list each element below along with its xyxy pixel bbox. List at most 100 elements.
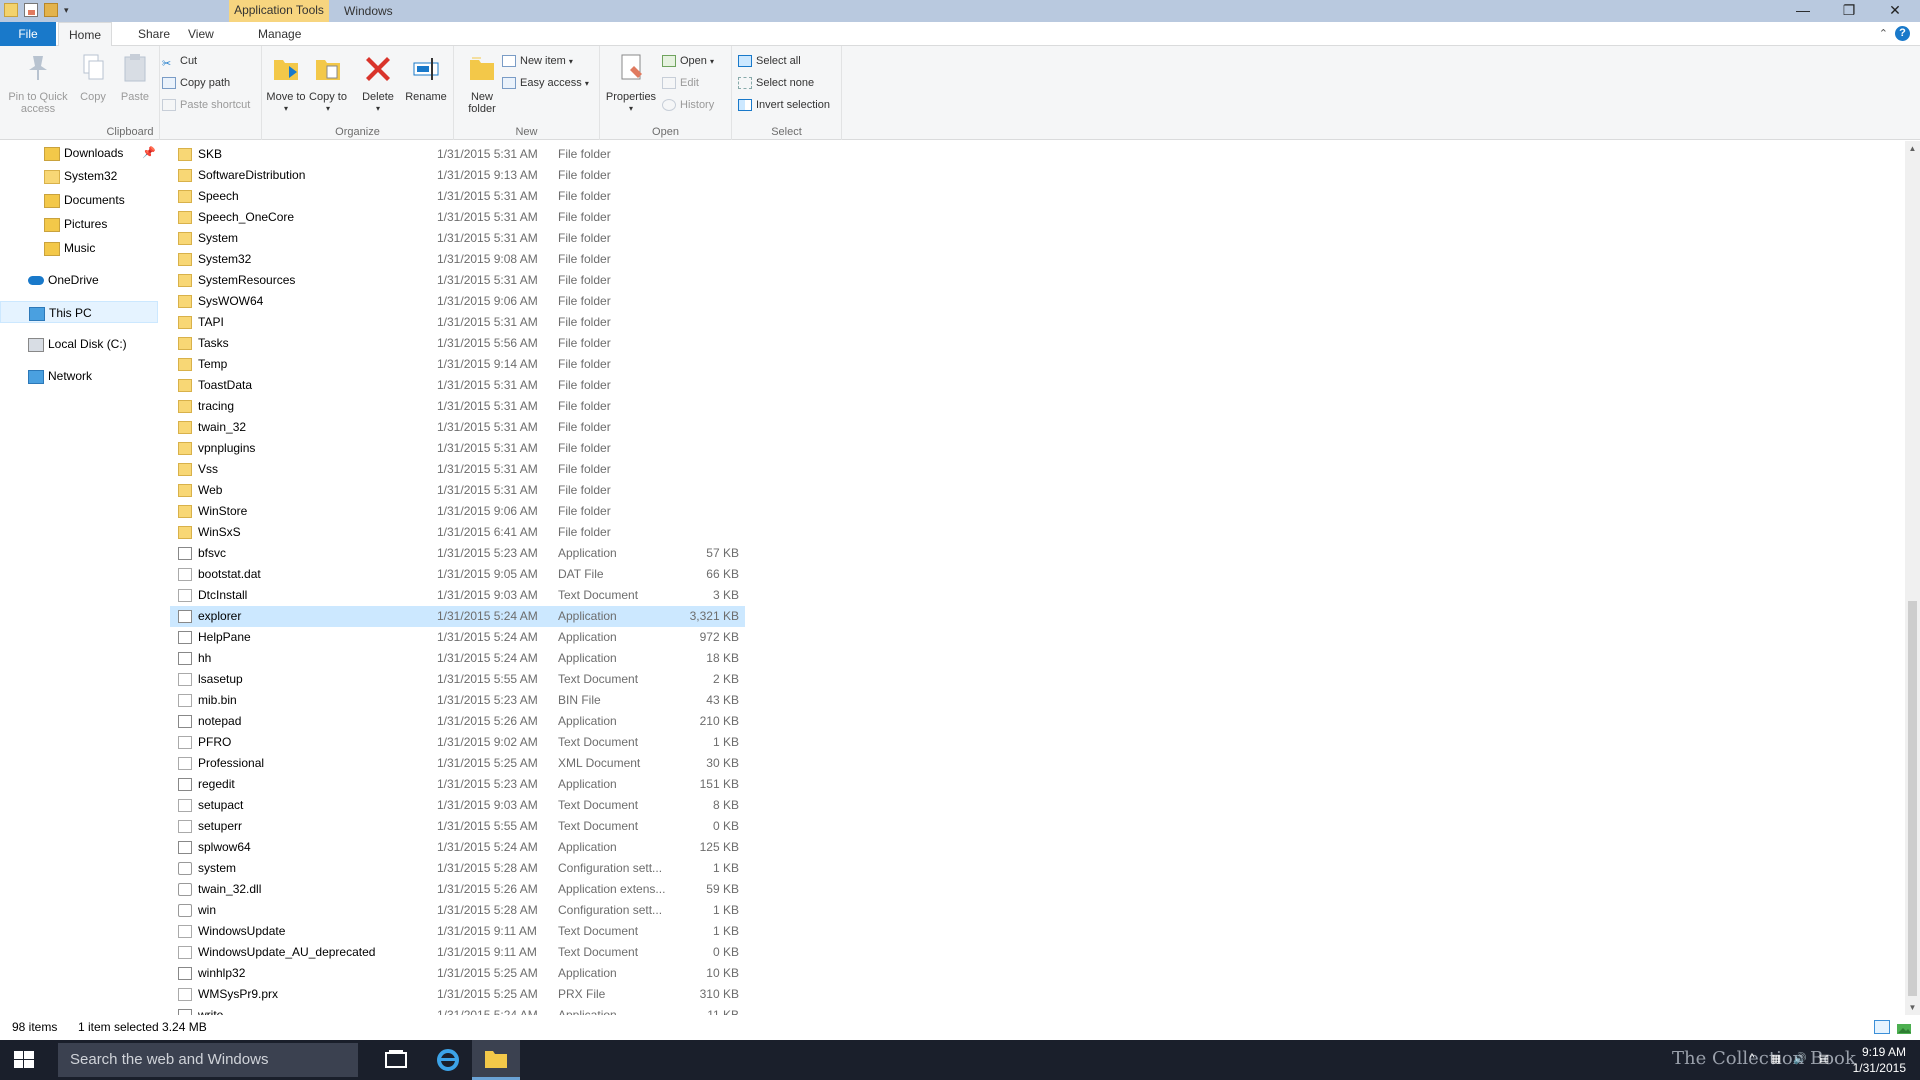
maximize-button[interactable]: ❐ [1826, 0, 1872, 22]
nav-item-system32[interactable]: System32 [0, 165, 158, 187]
close-button[interactable]: ✕ [1872, 0, 1918, 22]
file-row[interactable]: splwow64 1/31/2015 5:24 AM Application 125 … [170, 837, 745, 858]
new-folder-button[interactable]: New folder [458, 52, 506, 115]
file-row[interactable]: hh 1/31/2015 5:24 AM Application 18 KB [170, 648, 745, 669]
file-row[interactable]: PFRO 1/31/2015 9:02 AM Text Document 1 KB [170, 732, 745, 753]
file-row[interactable]: tracing 1/31/2015 5:31 AM File folder [170, 396, 745, 417]
scroll-down-icon[interactable]: ▼ [1905, 1000, 1920, 1015]
clock[interactable]: 9:19 AM 1/31/2015 [1853, 1044, 1906, 1076]
file-row[interactable]: DtcInstall 1/31/2015 9:03 AM Text Document… [170, 585, 745, 606]
file-row[interactable]: setupact 1/31/2015 9:03 AM Text Document 8 … [170, 795, 745, 816]
pin-quick-access-button[interactable]: Pin to Quick access [4, 52, 72, 115]
help-icon[interactable]: ? [1895, 26, 1910, 41]
copy-button[interactable]: Copy [76, 52, 110, 103]
documents-icon [44, 193, 60, 208]
pin-icon[interactable]: 📌 [142, 142, 156, 164]
file-row[interactable]: bfsvc 1/31/2015 5:23 AM Application 57 KB [170, 543, 745, 564]
internet-explorer-button[interactable] [424, 1040, 472, 1080]
network-tray-icon[interactable]: ▦ [1768, 1052, 1784, 1068]
file-row[interactable]: WinSxS 1/31/2015 6:41 AM File folder [170, 522, 745, 543]
file-row[interactable]: SoftwareDistribution 1/31/2015 9:13 AM Fil… [170, 165, 745, 186]
file-row[interactable]: WindowsUpdate_AU_deprecated 1/31/2015 9:1… [170, 942, 745, 963]
properties-button[interactable]: Properties ▾ [604, 52, 658, 115]
properties-icon[interactable] [24, 3, 38, 17]
minimize-button[interactable]: — [1780, 0, 1826, 22]
file-row[interactable]: Professional 1/31/2015 5:25 AM XML Documen… [170, 753, 745, 774]
file-row[interactable]: twain_32 1/31/2015 5:31 AM File folder [170, 417, 745, 438]
file-row[interactable]: explorer 1/31/2015 5:24 AM Application 3,32… [170, 606, 745, 627]
file-row[interactable]: Tasks 1/31/2015 5:56 AM File folder [170, 333, 745, 354]
vertical-scrollbar[interactable]: ▲ ▼ [1905, 141, 1920, 1015]
file-row[interactable]: ToastData 1/31/2015 5:31 AM File folder [170, 375, 745, 396]
qat-dropdown-icon[interactable]: ▾ [64, 3, 69, 17]
paste-button[interactable]: Paste [118, 52, 152, 103]
start-button[interactable] [0, 1040, 48, 1080]
rename-button[interactable]: Rename [402, 52, 450, 103]
file-row[interactable]: SysWOW64 1/31/2015 9:06 AM File folder [170, 291, 745, 312]
file-row[interactable]: HelpPane 1/31/2015 5:24 AM Application 972 … [170, 627, 745, 648]
file-row[interactable]: System32 1/31/2015 9:08 AM File folder [170, 249, 745, 270]
nav-item-music[interactable]: Music [0, 237, 158, 259]
taskbar-search-box[interactable]: Search the web and Windows [58, 1043, 358, 1077]
expand-ribbon-icon[interactable]: ⌃ [1879, 27, 1888, 40]
file-row[interactable]: Web 1/31/2015 5:31 AM File folder [170, 480, 745, 501]
nav-item-this-pc[interactable]: This PC [0, 301, 158, 323]
file-row[interactable]: notepad 1/31/2015 5:26 AM Application 210 K… [170, 711, 745, 732]
file-row[interactable]: SystemResources 1/31/2015 5:31 AM File fol… [170, 270, 745, 291]
invert-selection-button[interactable]: Invert selection [738, 96, 830, 114]
file-row[interactable]: Temp 1/31/2015 9:14 AM File folder [170, 354, 745, 375]
tab-home[interactable]: Home [58, 22, 113, 47]
scroll-up-icon[interactable]: ▲ [1905, 141, 1920, 156]
nav-item-onedrive[interactable]: OneDrive [0, 269, 158, 291]
file-row[interactable]: regedit 1/31/2015 5:23 AM Application 151 K… [170, 774, 745, 795]
file-row[interactable]: twain_32.dll 1/31/2015 5:26 AM Application… [170, 879, 745, 900]
tray-up-arrow-icon[interactable]: ^ [1744, 1052, 1760, 1068]
nav-item-downloads[interactable]: Downloads 📌 [0, 142, 158, 164]
new-folder-icon[interactable] [44, 3, 58, 17]
nav-item-network[interactable]: Network [0, 365, 158, 387]
file-row[interactable]: WinStore 1/31/2015 9:06 AM File folder [170, 501, 745, 522]
edit-button[interactable]: Edit [662, 74, 699, 92]
delete-button[interactable]: Delete ▾ [358, 52, 398, 115]
scrollbar-thumb[interactable] [1908, 601, 1917, 996]
open-button[interactable]: Open ▾ [662, 52, 714, 70]
file-row[interactable]: TAPI 1/31/2015 5:31 AM File folder [170, 312, 745, 333]
action-center-icon[interactable]: ▤ [1816, 1052, 1832, 1068]
file-row[interactable]: write 1/31/2015 5:24 AM Application 11 KB [170, 1005, 745, 1015]
file-row[interactable]: setuperr 1/31/2015 5:55 AM Text Document 0 … [170, 816, 745, 837]
file-row[interactable]: mib.bin 1/31/2015 5:23 AM BIN File 43 KB [170, 690, 745, 711]
file-row[interactable]: WMSysPr9.prx 1/31/2015 5:25 AM PRX File 310… [170, 984, 745, 1005]
file-row[interactable]: Speech_OneCore 1/31/2015 5:31 AM File fold… [170, 207, 745, 228]
file-row[interactable]: Speech 1/31/2015 5:31 AM File folder [170, 186, 745, 207]
tab-share[interactable]: Share [128, 22, 180, 46]
large-icons-view-icon[interactable] [1896, 1020, 1912, 1034]
move-to-button[interactable]: Move to ▾ [266, 52, 306, 115]
file-row[interactable]: System 1/31/2015 5:31 AM File folder [170, 228, 745, 249]
volume-icon[interactable]: 🔊 [1792, 1052, 1808, 1068]
copy-to-button[interactable]: Copy to ▾ [308, 52, 348, 115]
file-row[interactable]: WindowsUpdate 1/31/2015 9:11 AM Text Docum… [170, 921, 745, 942]
details-view-icon[interactable] [1874, 1020, 1890, 1034]
tab-view[interactable]: View [178, 22, 224, 46]
nav-item-pictures[interactable]: Pictures [0, 213, 158, 235]
nav-item-documents[interactable]: Documents [0, 189, 158, 211]
file-row[interactable]: winhlp32 1/31/2015 5:25 AM Application 10 K… [170, 963, 745, 984]
file-row[interactable]: SKB 1/31/2015 5:31 AM File folder [170, 144, 745, 165]
file-row[interactable]: vpnplugins 1/31/2015 5:31 AM File folder [170, 438, 745, 459]
tab-file[interactable]: File [0, 22, 56, 46]
file-row[interactable]: system 1/31/2015 5:28 AM Configuration set… [170, 858, 745, 879]
file-row[interactable]: Vss 1/31/2015 5:31 AM File folder [170, 459, 745, 480]
easy-access-button[interactable]: Easy access ▾ [502, 74, 589, 92]
select-all-button[interactable]: Select all [738, 52, 801, 70]
select-none-button[interactable]: Select none [738, 74, 814, 92]
task-view-button[interactable] [372, 1040, 420, 1080]
file-row[interactable]: win 1/31/2015 5:28 AM Configuration sett..… [170, 900, 745, 921]
new-item-button[interactable]: New item ▾ [502, 52, 573, 70]
file-row[interactable]: bootstat.dat 1/31/2015 9:05 AM DAT File 66 … [170, 564, 745, 585]
history-button[interactable]: History [662, 96, 714, 114]
file-name: system [198, 861, 237, 875]
file-explorer-button[interactable] [472, 1040, 520, 1080]
tab-manage[interactable]: Manage [248, 22, 311, 46]
file-row[interactable]: lsasetup 1/31/2015 5:55 AM Text Document 2 … [170, 669, 745, 690]
nav-item-local-disk[interactable]: Local Disk (C:) [0, 333, 158, 355]
